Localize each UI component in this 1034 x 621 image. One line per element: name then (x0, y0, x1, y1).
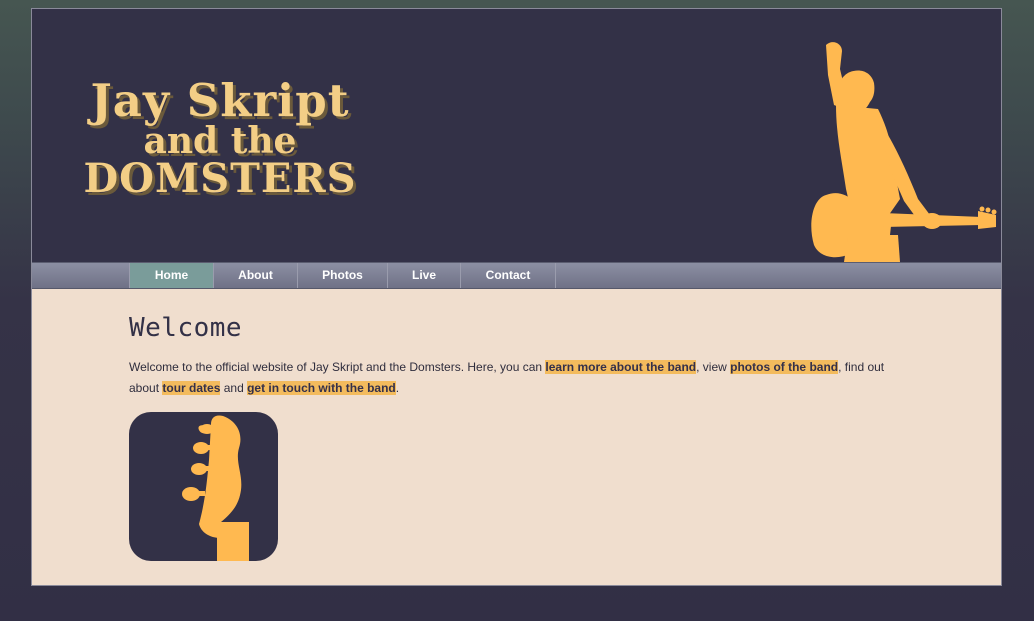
nav-item-home[interactable]: Home (130, 263, 214, 288)
page-container: Jay Skript and the DOMSTERS Home About P… (31, 8, 1002, 586)
nav-item-live[interactable]: Live (388, 263, 461, 288)
intro-text: , view (696, 360, 731, 374)
nav-item-photos[interactable]: Photos (298, 263, 388, 288)
intro-paragraph: Welcome to the official website of Jay S… (129, 357, 899, 399)
page-title: Welcome (129, 313, 243, 343)
guitar-headstock-image (129, 412, 278, 561)
intro-text: Welcome to the official website of Jay S… (129, 360, 546, 374)
site-header: Jay Skript and the DOMSTERS (32, 9, 1001, 262)
link-photos[interactable]: photos of the band (730, 360, 839, 374)
main-navigation: Home About Photos Live Contact (32, 262, 1001, 289)
guitar-headstock-icon (182, 415, 249, 561)
main-content: Welcome Welcome to the official website … (129, 313, 899, 399)
logo-line-3: DOMSTERS (83, 155, 357, 202)
logo-line-1: Jay Skript (90, 74, 350, 127)
intro-text: and (220, 381, 248, 395)
logo-line-2: and the (143, 120, 297, 162)
nav-item-about[interactable]: About (214, 263, 298, 288)
intro-text: . (395, 381, 400, 395)
link-contact[interactable]: get in touch with the band (247, 381, 396, 395)
link-live[interactable]: tour dates (162, 381, 221, 395)
link-about[interactable]: learn more about the band (545, 360, 697, 374)
nav-item-contact[interactable]: Contact (461, 263, 556, 288)
guitarist-silhouette-image (811, 42, 997, 262)
band-logo[interactable]: Jay Skript and the DOMSTERS (70, 77, 370, 199)
